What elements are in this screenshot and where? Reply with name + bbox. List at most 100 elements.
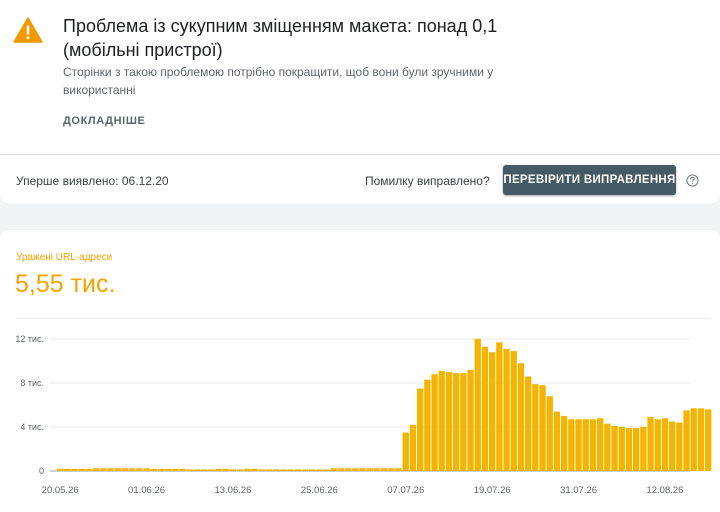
bar[interactable] — [280, 469, 287, 471]
bar[interactable] — [323, 469, 330, 471]
bar[interactable] — [57, 468, 64, 471]
affected-urls-label: Уражені URL-адреси — [16, 252, 113, 263]
bar[interactable] — [424, 379, 431, 471]
bar[interactable] — [229, 469, 237, 471]
bar[interactable] — [301, 469, 309, 471]
bar[interactable] — [525, 376, 532, 471]
bar[interactable] — [273, 469, 280, 471]
bar[interactable] — [201, 469, 208, 471]
bar[interactable] — [373, 468, 381, 471]
bar[interactable] — [683, 410, 690, 472]
bar[interactable] — [676, 422, 683, 471]
bar[interactable] — [568, 419, 575, 471]
bar[interactable] — [121, 468, 129, 471]
bar[interactable] — [582, 419, 589, 471]
bar[interactable] — [481, 346, 489, 471]
bar[interactable] — [611, 425, 618, 471]
bar[interactable] — [71, 468, 78, 471]
bar[interactable] — [654, 419, 661, 471]
bar[interactable] — [78, 468, 85, 471]
bar[interactable] — [553, 411, 561, 471]
bar[interactable] — [222, 468, 229, 471]
bar[interactable] — [215, 468, 222, 471]
x-tick-label: 12.08.26 — [646, 485, 683, 495]
validate-fix-button[interactable]: ПЕРЕВІРИТИ ВИПРАВЛЕННЯ — [503, 165, 676, 195]
bar[interactable] — [661, 418, 669, 471]
bar[interactable] — [287, 469, 294, 471]
bar[interactable] — [625, 428, 633, 471]
bar[interactable] — [496, 342, 503, 471]
bar[interactable] — [143, 468, 150, 471]
bar[interactable] — [705, 409, 712, 471]
bar[interactable] — [575, 419, 582, 471]
bar[interactable] — [337, 468, 345, 471]
bar[interactable] — [309, 469, 316, 471]
bar[interactable] — [546, 396, 553, 471]
bar[interactable] — [244, 468, 251, 471]
bar[interactable] — [402, 432, 409, 472]
bar[interactable] — [589, 419, 597, 471]
bar[interactable] — [186, 469, 193, 471]
bar[interactable] — [150, 468, 157, 471]
bar[interactable] — [453, 373, 460, 471]
bar[interactable] — [258, 469, 265, 471]
bar[interactable] — [316, 469, 323, 471]
bar[interactable] — [669, 421, 676, 472]
bar[interactable] — [366, 468, 373, 471]
bar[interactable] — [64, 468, 71, 471]
bar[interactable] — [100, 468, 107, 471]
bar[interactable] — [503, 348, 510, 471]
bar[interactable] — [618, 427, 625, 471]
bar[interactable] — [460, 373, 467, 471]
bar[interactable] — [251, 468, 258, 471]
bar[interactable] — [431, 374, 438, 471]
bar[interactable] — [193, 469, 201, 471]
bar[interactable] — [489, 352, 496, 471]
bar[interactable] — [265, 469, 273, 471]
bar[interactable] — [395, 468, 402, 471]
bar[interactable] — [633, 428, 640, 471]
bar[interactable] — [409, 424, 417, 471]
y-tick-label: 0 — [39, 466, 44, 476]
bar[interactable] — [172, 468, 179, 471]
bar[interactable] — [690, 408, 697, 471]
x-tick-label: 13.06.26 — [214, 485, 251, 495]
bar[interactable] — [93, 468, 100, 471]
bar[interactable] — [157, 468, 165, 471]
bar[interactable] — [136, 468, 143, 471]
bar[interactable] — [179, 468, 186, 471]
bar[interactable] — [561, 416, 568, 471]
bar[interactable] — [345, 468, 352, 471]
bar[interactable] — [445, 372, 453, 471]
bar[interactable] — [539, 385, 546, 471]
bar[interactable] — [352, 468, 359, 471]
bar[interactable] — [474, 339, 481, 471]
bar[interactable] — [208, 469, 215, 471]
bar[interactable] — [359, 468, 366, 471]
bar[interactable] — [330, 468, 337, 471]
bar[interactable] — [107, 468, 114, 471]
bar[interactable] — [510, 351, 517, 471]
bar[interactable] — [165, 468, 172, 471]
bar[interactable] — [467, 369, 474, 471]
warning-icon — [13, 17, 43, 43]
bar[interactable] — [417, 388, 424, 472]
bar[interactable] — [438, 370, 445, 471]
x-tick-label: 25.06.26 — [301, 485, 338, 495]
bar[interactable] — [517, 363, 525, 471]
help-circle-icon[interactable] — [686, 174, 699, 187]
bar[interactable] — [388, 468, 395, 471]
bar[interactable] — [129, 468, 136, 471]
bar[interactable] — [532, 384, 539, 471]
bar[interactable] — [697, 408, 705, 471]
bar[interactable] — [237, 469, 244, 471]
bar[interactable] — [381, 468, 388, 471]
bar[interactable] — [640, 427, 647, 471]
bar[interactable] — [647, 417, 654, 471]
bar[interactable] — [85, 468, 93, 471]
bar[interactable] — [294, 469, 301, 471]
bar[interactable] — [604, 423, 611, 471]
learn-more-link[interactable]: ДОКЛАДНІШЕ — [63, 115, 145, 127]
bar[interactable] — [114, 468, 121, 471]
bar[interactable] — [597, 418, 604, 471]
